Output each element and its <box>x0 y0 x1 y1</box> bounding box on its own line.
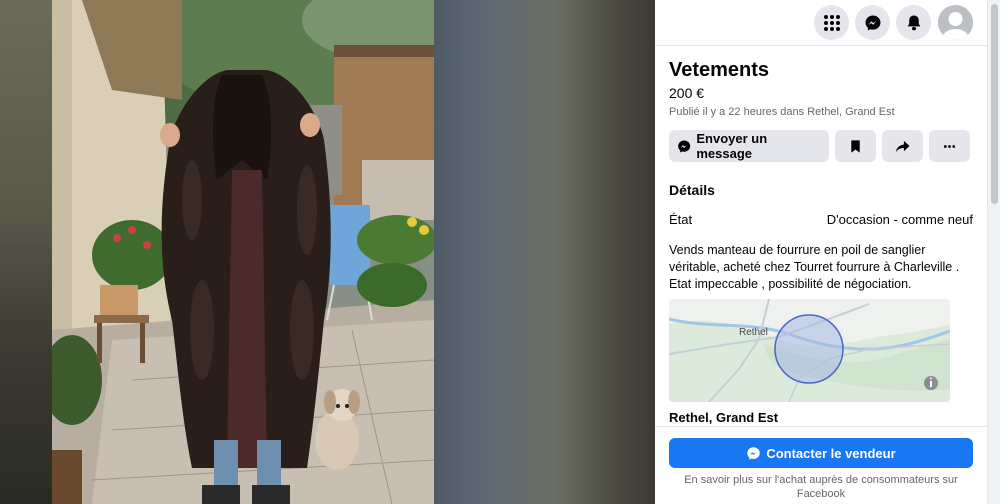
map-city-label: Rethel <box>739 327 768 338</box>
listing-meta: Publié il y a 22 heures dans Rethel, Gra… <box>669 106 895 118</box>
contact-seller-label: Contacter le vendeur <box>766 445 896 461</box>
save-button[interactable] <box>835 130 876 162</box>
top-bar <box>655 0 987 46</box>
avatar-icon <box>938 5 973 40</box>
listing-photo[interactable] <box>52 0 434 504</box>
action-buttons: Envoyer un message <box>669 130 973 162</box>
notifications-button[interactable] <box>896 5 931 40</box>
messenger-button[interactable] <box>855 5 890 40</box>
menu-button[interactable] <box>814 5 849 40</box>
blurred-background-right <box>434 0 655 504</box>
marketplace-listing-page: Vetements 200 € Publié il y a 22 heures … <box>0 0 1000 504</box>
messenger-icon <box>865 15 880 30</box>
avatar[interactable] <box>938 5 973 40</box>
location-map[interactable]: Rethel <box>669 299 950 402</box>
condition-label: État <box>669 212 693 227</box>
send-message-button[interactable]: Envoyer un message <box>669 130 829 162</box>
condition-value: D'occasion - comme neuf <box>826 212 973 227</box>
messenger-icon <box>747 446 761 460</box>
details-heading: Détails <box>669 182 715 198</box>
contact-footer: Contacter le vendeur En savoir plus sur … <box>655 426 987 504</box>
menu-grid-icon <box>823 14 840 31</box>
listing-description: Vends manteau de fourrure en poil de san… <box>669 243 960 291</box>
listing-price: 200 € <box>669 85 705 101</box>
share-icon <box>895 140 910 152</box>
scrollbar-thumb[interactable] <box>991 4 998 204</box>
send-message-label: Envoyer un message <box>696 131 768 161</box>
photo-viewer <box>0 0 655 504</box>
location-text: Rethel, Grand Est <box>669 410 779 425</box>
listing-photo-illustration <box>52 0 434 504</box>
blurred-background-left <box>0 0 52 504</box>
share-button[interactable] <box>882 130 923 162</box>
more-options-button[interactable] <box>929 130 970 162</box>
listing-content: Vetements 200 € Publié il y a 22 heures … <box>669 46 973 426</box>
listing-title: Vetements <box>669 59 770 81</box>
bookmark-icon <box>851 139 860 153</box>
listing-details-panel: Vetements 200 € Publié il y a 22 heures … <box>655 0 987 504</box>
scrollbar[interactable] <box>987 0 1000 504</box>
contact-seller-button[interactable]: Contacter le vendeur <box>669 438 973 468</box>
map-illustration <box>669 299 950 402</box>
messenger-icon <box>678 140 691 152</box>
more-icon <box>943 144 956 148</box>
bell-icon <box>907 15 920 30</box>
condition-row: État D'occasion - comme neuf <box>669 212 973 228</box>
learn-more-link[interactable]: En savoir plus sur l'achat auprès de con… <box>669 473 973 501</box>
